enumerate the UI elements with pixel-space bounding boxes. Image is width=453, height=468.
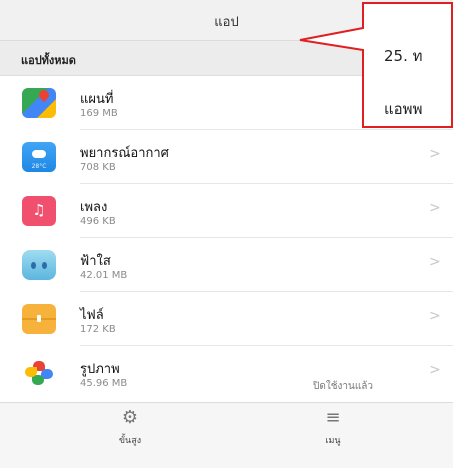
app-name: พยากรณ์อากาศ <box>80 146 169 161</box>
google-photos-icon <box>22 358 56 388</box>
app-size: 172 KB <box>80 324 116 335</box>
nav-advanced-label: ขั้นสูง <box>118 436 142 446</box>
app-bar: แอป <box>0 0 453 41</box>
callout-text-line1: 25. ท <box>384 47 423 65</box>
menu-icon: ≡ <box>325 407 341 428</box>
app-row-photos[interactable]: รูปภาพ 45.96 MB ปิดใช้งานแล้ว > <box>0 346 453 400</box>
nav-menu-label: เมนู <box>325 436 341 446</box>
chevron-right-icon: > <box>429 200 441 216</box>
app-list: แผนที่ 169 MB 28°C พยากรณ์อากาศ 708 KB >… <box>0 76 453 402</box>
anime-avatar-icon <box>22 250 56 280</box>
google-maps-icon <box>22 88 56 118</box>
app-row-music[interactable]: ♫ เพลง 496 KB > <box>0 184 453 238</box>
app-size: 169 MB <box>80 108 118 119</box>
nav-advanced-button[interactable]: ⚙ ขั้นสูง <box>75 403 185 468</box>
section-label: แอปทั้งหมด <box>21 54 76 67</box>
app-status-disabled: ปิดใช้งานแล้ว <box>313 381 374 392</box>
app-name: รูปภาพ <box>80 362 120 377</box>
weather-icon: 28°C <box>22 142 56 172</box>
music-icon: ♫ <box>22 196 56 226</box>
chevron-right-icon: > <box>429 254 441 270</box>
page-title: แอป <box>214 15 239 30</box>
nav-menu-button[interactable]: ≡ เมนู <box>278 403 388 468</box>
app-size: 708 KB <box>80 162 116 173</box>
app-name: ฟ้าใส <box>80 254 111 269</box>
app-row-files[interactable]: ไฟล์ 172 KB > <box>0 292 453 346</box>
gear-icon: ⚙ <box>121 407 139 428</box>
files-icon <box>22 304 56 334</box>
chevron-right-icon: > <box>429 362 441 378</box>
app-row-weather[interactable]: 28°C พยากรณ์อากาศ 708 KB > <box>0 130 453 184</box>
app-size: 45.96 MB <box>80 378 128 389</box>
chevron-right-icon: > <box>429 146 441 162</box>
app-name: ไฟล์ <box>80 308 104 323</box>
weather-icon-temp: 28°C <box>31 163 47 170</box>
app-name: เพลง <box>80 200 108 215</box>
bottom-nav: ⚙ ขั้นสูง ≡ เมนู <box>0 402 453 468</box>
chevron-right-icon: > <box>429 308 441 324</box>
app-row-fasai[interactable]: ฟ้าใส 42.01 MB > <box>0 238 453 292</box>
app-size: 496 KB <box>80 216 116 227</box>
app-size: 42.01 MB <box>80 270 128 281</box>
app-name: แผนที่ <box>80 92 114 107</box>
callout-text-line2: แอพพ <box>384 100 423 118</box>
